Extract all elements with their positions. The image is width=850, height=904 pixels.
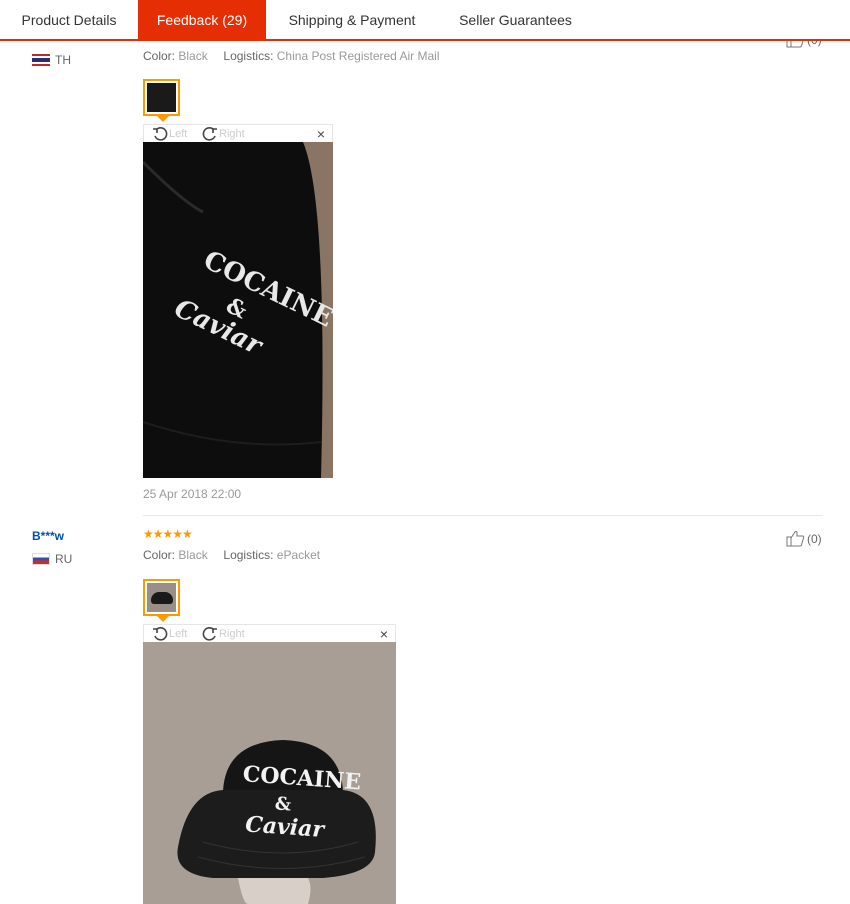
country-code: TH xyxy=(55,53,71,67)
country-code: RU xyxy=(55,552,73,566)
image-viewer-toolbar: Left Right × xyxy=(143,624,396,642)
feedback-date: 25 Apr 2018 22:00 xyxy=(143,487,242,501)
rotate-left-icon xyxy=(153,127,168,141)
helpful-count: (0) xyxy=(807,531,822,546)
review-photo: COCAINE & Caviar xyxy=(143,142,333,478)
rotate-right-label: Right xyxy=(219,128,245,140)
order-info: Color: Black Logistics: ePacket xyxy=(143,548,320,562)
rotate-right-button[interactable]: Right xyxy=(202,125,245,143)
close-viewer-button[interactable]: × xyxy=(317,125,325,143)
close-viewer-button[interactable]: × xyxy=(380,625,388,643)
rotate-left-icon xyxy=(153,627,168,641)
buyer-name: B***w xyxy=(32,529,65,543)
photo-thumbnail[interactable] xyxy=(143,579,180,616)
color-label: Color: xyxy=(143,548,176,562)
color-value: Black xyxy=(178,548,208,562)
rotate-left-label: Left xyxy=(169,628,188,640)
rotate-left-label: Left xyxy=(169,128,188,140)
tab-product-details[interactable]: Product Details xyxy=(0,0,138,39)
rotate-right-icon xyxy=(202,627,217,641)
logistics-value: China Post Registered Air Mail xyxy=(276,49,440,63)
buyer-country: TH xyxy=(32,53,71,67)
image-viewer-toolbar: Left Right × xyxy=(143,124,333,142)
rotate-right-icon xyxy=(202,127,217,141)
tab-seller-guarantees[interactable]: Seller Guarantees xyxy=(438,0,593,39)
logistics-value: ePacket xyxy=(276,548,321,562)
helpful-button[interactable]: (0) xyxy=(786,530,822,547)
thumbnail-pointer xyxy=(157,616,169,622)
tab-bar: Product Details Feedback (29) Shipping &… xyxy=(0,0,850,41)
color-label: Color: xyxy=(143,49,176,63)
thumbnail-pointer xyxy=(157,116,169,122)
photo-thumbnail[interactable] xyxy=(143,79,180,116)
rotate-right-button[interactable]: Right xyxy=(202,625,245,643)
rotate-left-button[interactable]: Left xyxy=(152,625,187,643)
tab-shipping-payment[interactable]: Shipping & Payment xyxy=(266,0,438,39)
tab-feedback[interactable]: Feedback (29) xyxy=(138,0,266,39)
thumbs-up-icon xyxy=(786,531,805,547)
hat-print-text: & xyxy=(274,793,292,815)
thailand-flag-icon xyxy=(32,54,50,66)
rotate-left-button[interactable]: Left xyxy=(152,125,187,143)
order-info: Color: Black Logistics: China Post Regis… xyxy=(143,49,440,63)
logistics-label: Logistics: xyxy=(223,49,274,63)
logistics-label: Logistics: xyxy=(223,548,274,562)
divider xyxy=(143,515,823,516)
rating-stars: ★★★★★ xyxy=(143,527,193,541)
buyer-country: RU xyxy=(32,552,72,566)
review-photo: COCAINE & Caviar xyxy=(143,642,396,904)
color-value: Black xyxy=(178,49,208,63)
rotate-right-label: Right xyxy=(219,628,245,640)
russia-flag-icon xyxy=(32,553,50,565)
